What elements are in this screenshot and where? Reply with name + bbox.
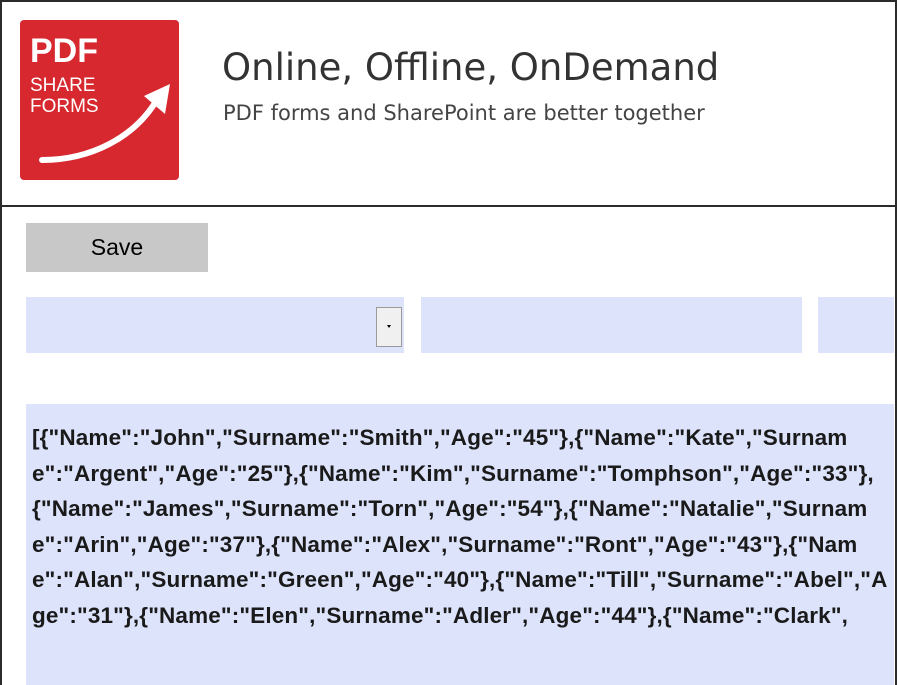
page-title: Online, Offline, OnDemand bbox=[222, 46, 720, 89]
dropdown-toggle-button[interactable] bbox=[376, 307, 402, 347]
item-select-dropdown[interactable] bbox=[26, 297, 404, 353]
text-field-2[interactable] bbox=[421, 297, 802, 353]
arrow-up-right-icon bbox=[39, 84, 170, 163]
pdf-share-forms-logo: PDF SHARE FORMS bbox=[20, 20, 179, 180]
chevron-down-icon bbox=[387, 325, 391, 328]
page-subtitle: PDF forms and SharePoint are better toge… bbox=[223, 101, 705, 125]
text-field-3[interactable] bbox=[818, 297, 894, 353]
save-button[interactable]: Save bbox=[26, 223, 208, 272]
json-output-textarea[interactable]: [{"Name":"John","Surname":"Smith","Age":… bbox=[26, 404, 894, 685]
json-output-text: [{"Name":"John","Surname":"Smith","Age":… bbox=[32, 425, 888, 628]
header-divider bbox=[0, 205, 897, 207]
